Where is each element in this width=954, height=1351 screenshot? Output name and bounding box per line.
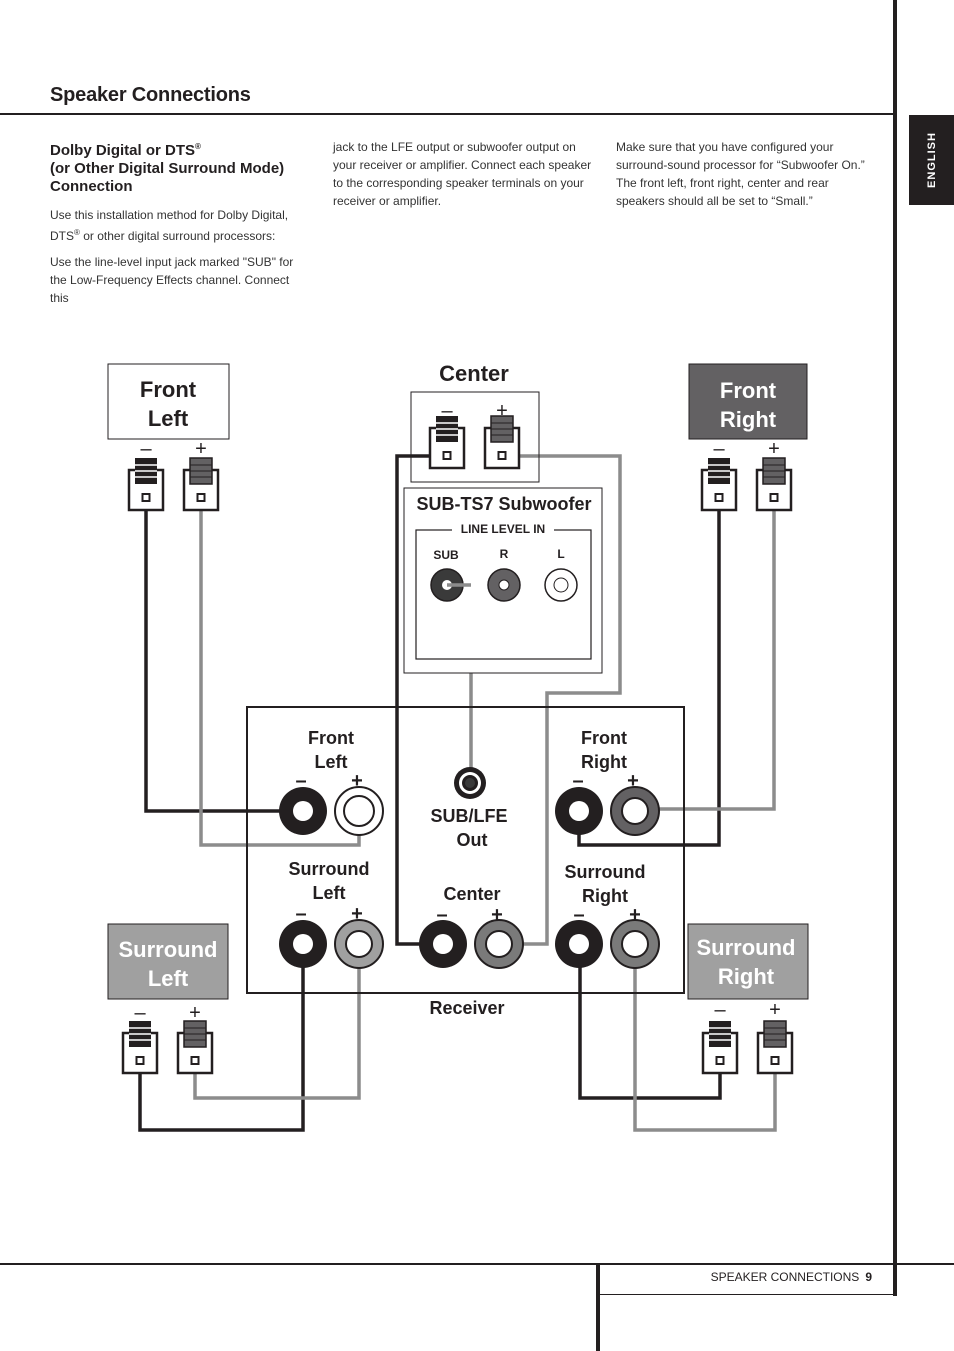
- receiver-channel-label: Left: [313, 883, 346, 903]
- receiver-channel-label: Surround: [565, 862, 646, 882]
- front-right-pos-post-icon: [610, 786, 660, 836]
- l-jack-icon: [544, 568, 578, 602]
- speaker-label: Surround: [697, 935, 796, 960]
- receiver-channel-label: Center: [443, 884, 500, 904]
- wire-front-left-neg: [144, 500, 303, 813]
- speaker-label: Center: [439, 361, 509, 386]
- receiver-channel-label: Front: [308, 728, 354, 748]
- subwoofer-title: SUB-TS7 Subwoofer: [416, 494, 591, 514]
- receiver-channel-label: Front: [581, 728, 627, 748]
- speaker-center: Center – +: [410, 361, 540, 483]
- receiver-channel-label: Surround: [289, 859, 370, 879]
- neg-terminal-icon: [428, 414, 466, 470]
- receiver: Receiver Front Left Front Right Surround…: [246, 706, 685, 1018]
- pos-terminal-icon: [483, 414, 521, 470]
- pos-symbol: +: [195, 438, 207, 460]
- receiver-channel-label: Out: [457, 830, 488, 850]
- neg-terminal-icon: [701, 1019, 739, 1075]
- speaker-label: Right: [720, 407, 777, 432]
- pos-terminal-icon: [176, 1019, 214, 1075]
- neg-terminal-icon: [121, 1019, 159, 1075]
- speaker-front-right: Front Right – +: [688, 363, 808, 512]
- receiver-channel-label: Right: [581, 752, 627, 772]
- speaker-label: Right: [718, 964, 775, 989]
- speaker-front-left: Front Left – +: [107, 363, 230, 512]
- receiver-channel-label: Left: [315, 752, 348, 772]
- receiver-channel-label: Right: [582, 886, 628, 906]
- neg-symbol: –: [713, 438, 725, 460]
- pos-terminal-icon: [182, 456, 220, 512]
- neg-terminal-icon: [700, 456, 738, 512]
- pos-terminal-icon: [755, 456, 793, 512]
- speaker-surround-left: Surround Left – +: [107, 923, 229, 1075]
- speaker-label: Left: [148, 406, 189, 431]
- wire-front-left-pos: [199, 500, 361, 847]
- neg-symbol: –: [714, 999, 726, 1021]
- surround-left-neg-post-icon: [279, 920, 327, 968]
- jack-label-l: L: [557, 547, 564, 561]
- speaker-label: Left: [148, 966, 189, 991]
- surround-left-pos-post-icon: [334, 919, 384, 969]
- footer-box-rule: [600, 1294, 897, 1295]
- footer-section: SPEAKER CONNECTIONS: [710, 1270, 860, 1284]
- center-neg-post-icon: [419, 920, 467, 968]
- front-right-neg-post-icon: [555, 787, 603, 835]
- pos-symbol: +: [769, 999, 781, 1021]
- wiring-diagram: Front Left – + Front Right – + Center – …: [107, 361, 809, 1132]
- neg-terminal-icon: [127, 456, 165, 512]
- front-left-pos-post-icon: [334, 786, 384, 836]
- wire-front-right-pos: [635, 500, 776, 811]
- front-left-neg-post-icon: [279, 787, 327, 835]
- speaker-surround-right: Surround Right – +: [687, 923, 809, 1075]
- line-level-label: LINE LEVEL IN: [461, 522, 545, 536]
- center-pos-post-icon: [474, 919, 524, 969]
- speaker-label: Front: [140, 377, 197, 402]
- page-footer: SPEAKER CONNECTIONS 9: [600, 1270, 872, 1284]
- neg-symbol: –: [140, 438, 152, 460]
- jack-label-r: R: [500, 547, 509, 561]
- subwoofer: SUB-TS7 Subwoofer LINE LEVEL IN SUB R L: [403, 487, 603, 674]
- footer-rule: [0, 1263, 954, 1265]
- pos-symbol: +: [768, 438, 780, 460]
- speaker-label: Surround: [119, 937, 218, 962]
- receiver-channel-label: SUB/LFE: [430, 806, 507, 826]
- pos-terminal-icon: [756, 1019, 794, 1075]
- neg-symbol: –: [134, 1002, 146, 1024]
- surround-right-neg-post-icon: [555, 920, 603, 968]
- receiver-label: Receiver: [429, 998, 504, 1018]
- sub-out-jack-icon: [454, 767, 486, 799]
- r-jack-icon: [487, 568, 521, 602]
- page-number: 9: [865, 1270, 872, 1284]
- surround-right-pos-post-icon: [610, 919, 660, 969]
- speaker-label: Front: [720, 378, 777, 403]
- jack-label-sub: SUB: [433, 548, 459, 562]
